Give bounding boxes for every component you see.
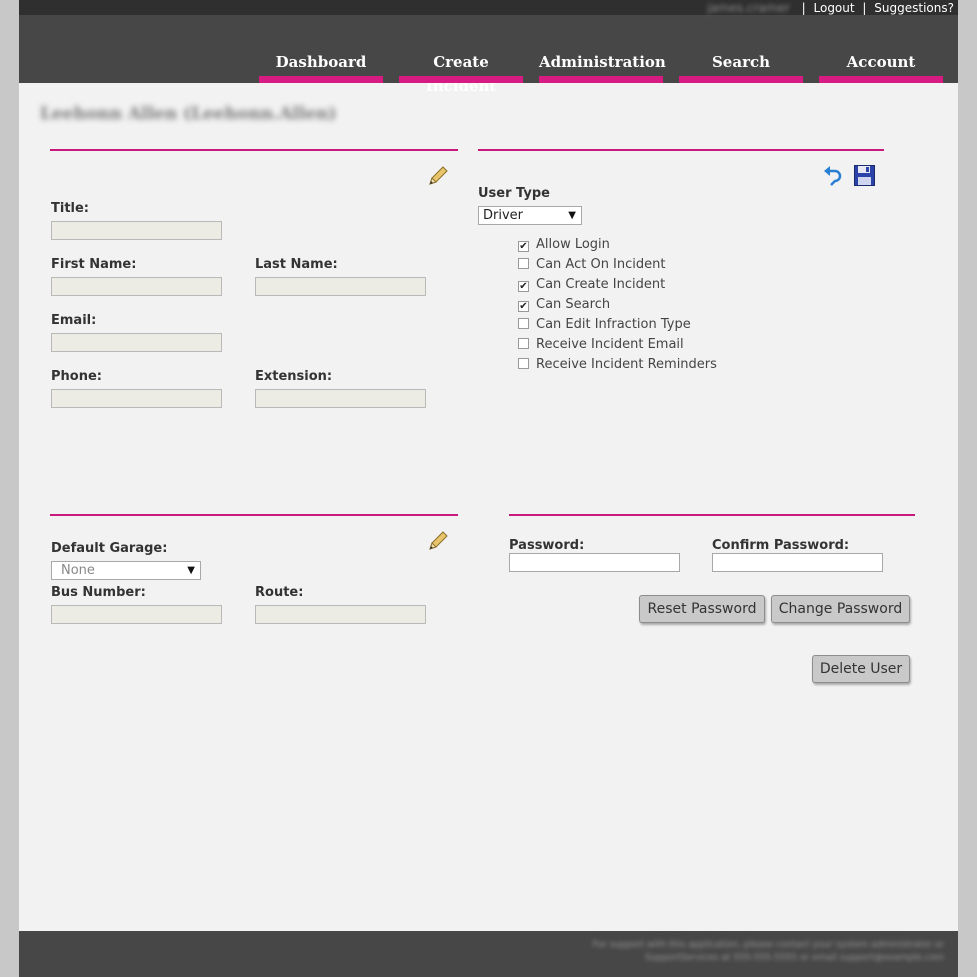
- option-label: Can Act On Incident: [536, 257, 666, 272]
- nav-label: Account: [846, 53, 916, 71]
- nav-label: Create Incident: [425, 53, 497, 95]
- change-password-button[interactable]: Change Password: [771, 595, 910, 623]
- route-input[interactable]: [255, 605, 426, 624]
- option-label: Can Search: [536, 297, 611, 312]
- nav-underline: [259, 76, 383, 83]
- nav-underline: [679, 76, 803, 83]
- nav-create-incident[interactable]: Create Incident: [399, 50, 523, 95]
- checkbox[interactable]: ✔: [518, 241, 529, 252]
- checkbox[interactable]: [518, 358, 529, 369]
- nav-underline: [819, 76, 943, 83]
- first-name-input[interactable]: [51, 277, 222, 296]
- reset-password-button[interactable]: Reset Password: [639, 595, 765, 623]
- nav-search[interactable]: Search: [679, 50, 803, 83]
- permission-option[interactable]: ✔ Can Create Incident: [518, 277, 665, 297]
- email-label: Email:: [51, 313, 97, 328]
- permission-option[interactable]: ✔ Allow Login: [518, 237, 610, 257]
- title-input[interactable]: [51, 221, 222, 240]
- last-name-label: Last Name:: [255, 257, 338, 272]
- top-bar: james.cramer | Logout | Suggestions?: [19, 0, 958, 15]
- checkbox[interactable]: [518, 338, 529, 349]
- option-label: Receive Incident Email: [536, 337, 684, 352]
- current-user-link[interactable]: james.cramer: [707, 1, 790, 15]
- checkbox[interactable]: [518, 318, 529, 329]
- permission-option[interactable]: ✔ Can Search: [518, 297, 610, 317]
- separator: |: [862, 1, 867, 15]
- password-input[interactable]: [509, 553, 680, 572]
- nav-account[interactable]: Account: [819, 50, 943, 83]
- page-title: Leehonn Allen (Leehonn.Allen): [40, 104, 337, 124]
- nav-label: Search: [711, 53, 771, 71]
- confirm-password-input[interactable]: [712, 553, 883, 572]
- route-label: Route:: [255, 585, 304, 600]
- confirm-password-label: Confirm Password:: [712, 538, 850, 553]
- permission-option[interactable]: Receive Incident Email: [518, 337, 684, 357]
- permission-option[interactable]: Can Act On Incident: [518, 257, 665, 277]
- footer: For support with this application, pleas…: [19, 931, 958, 977]
- save-icon[interactable]: [854, 165, 875, 190]
- first-name-label: First Name:: [51, 257, 137, 272]
- logout-link[interactable]: Logout: [814, 1, 855, 15]
- option-label: Allow Login: [536, 237, 610, 252]
- nav-underline: [399, 76, 523, 83]
- extension-label: Extension:: [255, 369, 333, 384]
- user-type-select[interactable]: Driver ▼: [478, 206, 582, 225]
- bus-number-input[interactable]: [51, 605, 222, 624]
- section-divider: [478, 149, 884, 151]
- nav-label: Dashboard: [275, 53, 367, 71]
- separator: |: [801, 1, 806, 15]
- edit-pencil-icon[interactable]: [427, 530, 449, 556]
- delete-user-button[interactable]: Delete User: [812, 655, 910, 683]
- permission-option[interactable]: Can Edit Infraction Type: [518, 317, 691, 337]
- dropdown-arrow-icon: ▼: [187, 565, 195, 576]
- phone-label: Phone:: [51, 369, 102, 384]
- top-links: james.cramer | Logout | Suggestions?: [707, 1, 954, 15]
- extension-input[interactable]: [255, 389, 426, 408]
- undo-icon[interactable]: [822, 165, 844, 191]
- user-type-label: User Type: [478, 186, 550, 201]
- last-name-input[interactable]: [255, 277, 426, 296]
- title-label: Title:: [51, 201, 90, 216]
- option-label: Can Edit Infraction Type: [536, 317, 691, 332]
- section-divider: [50, 514, 458, 516]
- nav-administration[interactable]: Administration: [539, 50, 666, 83]
- main-nav: Dashboard Create Incident Administration…: [19, 50, 958, 95]
- header: james.cramer | Logout | Suggestions? Das…: [19, 0, 958, 95]
- password-label: Password:: [509, 538, 585, 553]
- option-label: Receive Incident Reminders: [536, 357, 717, 372]
- nav-dashboard[interactable]: Dashboard: [259, 50, 383, 83]
- permission-option[interactable]: Receive Incident Reminders: [518, 357, 717, 377]
- nav-underline: [539, 76, 663, 83]
- checkbox[interactable]: [518, 258, 529, 269]
- bus-number-label: Bus Number:: [51, 585, 146, 600]
- option-label: Can Create Incident: [536, 277, 666, 292]
- checkbox[interactable]: ✔: [518, 301, 529, 312]
- suggestions-link[interactable]: Suggestions?: [874, 1, 954, 15]
- email-input[interactable]: [51, 333, 222, 352]
- edit-pencil-icon[interactable]: [427, 165, 449, 191]
- section-divider: [509, 514, 915, 516]
- default-garage-label: Default Garage:: [51, 541, 168, 556]
- page: james.cramer | Logout | Suggestions? Das…: [19, 0, 958, 977]
- user-type-value: Driver: [483, 208, 524, 223]
- section-divider: [50, 149, 458, 151]
- footer-text: For support with this application, pleas…: [592, 940, 944, 963]
- dropdown-arrow-icon: ▼: [568, 210, 576, 221]
- checkbox[interactable]: ✔: [518, 281, 529, 292]
- default-garage-select[interactable]: None ▼: [51, 561, 201, 580]
- phone-input[interactable]: [51, 389, 222, 408]
- default-garage-value: None: [61, 563, 95, 578]
- nav-label: Administration: [539, 53, 666, 71]
